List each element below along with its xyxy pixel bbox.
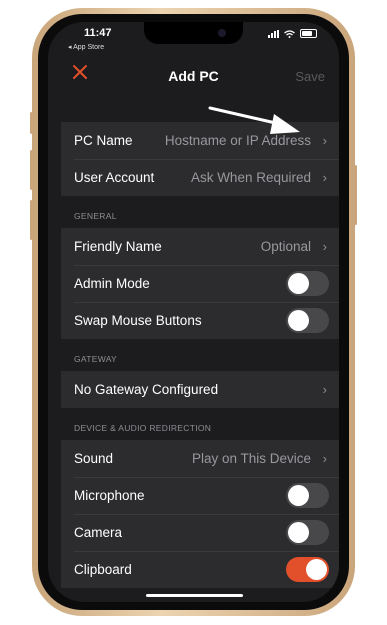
- navigation-bar: Add PC Save: [48, 58, 339, 98]
- row-label: Friendly Name: [74, 239, 162, 254]
- save-button[interactable]: Save: [295, 69, 325, 84]
- row-label: Microphone: [74, 488, 145, 503]
- row-label: Sound: [74, 451, 114, 466]
- admin-mode-row: Admin Mode: [61, 265, 339, 302]
- user-account-row[interactable]: User Account Ask When Required ›: [61, 159, 339, 196]
- phone-volume-up: [30, 150, 33, 190]
- row-value: Play on This Device: [191, 451, 311, 466]
- friendly-name-row[interactable]: Friendly Name Optional ›: [61, 228, 339, 265]
- phone-volume-down: [30, 200, 33, 240]
- back-to-app-store-link[interactable]: ◂ App Store: [68, 43, 104, 51]
- row-value: Ask When Required: [190, 170, 311, 185]
- row-label: No Gateway Configured: [74, 382, 219, 397]
- phone-mute-switch: [30, 112, 33, 134]
- section-header-gateway: GATEWAY: [48, 339, 339, 371]
- row-label: Admin Mode: [74, 276, 150, 291]
- camera-row: Camera: [61, 514, 339, 551]
- clipboard-toggle[interactable]: [286, 557, 329, 582]
- gateway-group: No Gateway Configured ›: [61, 371, 339, 408]
- row-value: Optional: [260, 239, 311, 254]
- swap-mouse-buttons-row: Swap Mouse Buttons: [61, 302, 339, 339]
- gateway-row[interactable]: No Gateway Configured ›: [61, 371, 339, 408]
- device-audio-group: Sound Play on This Device › Microphone C…: [61, 440, 339, 588]
- battery-icon: [300, 29, 317, 38]
- chevron-right-icon: ›: [322, 133, 327, 148]
- general-group: Friendly Name Optional › Admin Mode Swap…: [61, 228, 339, 339]
- microphone-row: Microphone: [61, 477, 339, 514]
- chevron-right-icon: ›: [322, 382, 327, 397]
- notch: [144, 22, 243, 44]
- section-header-device-audio: DEVICE & AUDIO REDIRECTION: [48, 408, 339, 440]
- status-time: 11:47: [84, 27, 112, 39]
- camera-toggle[interactable]: [286, 520, 329, 545]
- status-icons: [268, 29, 317, 38]
- row-label: User Account: [74, 170, 155, 185]
- microphone-toggle[interactable]: [286, 483, 329, 508]
- clipboard-row: Clipboard: [61, 551, 339, 588]
- admin-mode-toggle[interactable]: [286, 271, 329, 296]
- swap-mouse-buttons-toggle[interactable]: [286, 308, 329, 333]
- cellular-signal-icon: [268, 29, 279, 38]
- chevron-right-icon: ›: [322, 170, 327, 185]
- settings-list: PC Name Hostname or IP Address › User Ac…: [48, 100, 339, 588]
- phone-power-button: [354, 165, 357, 225]
- row-label: PC Name: [74, 133, 133, 148]
- section-header-label: GATEWAY: [74, 354, 118, 364]
- row-label: Clipboard: [74, 562, 132, 577]
- front-camera: [218, 29, 226, 37]
- section-header-label: GENERAL: [74, 211, 117, 221]
- section-header-label: DEVICE & AUDIO REDIRECTION: [74, 423, 212, 433]
- chevron-right-icon: ›: [322, 239, 327, 254]
- chevron-right-icon: ›: [322, 451, 327, 466]
- section-header-general: GENERAL: [48, 196, 339, 228]
- row-label: Swap Mouse Buttons: [74, 313, 202, 328]
- sound-row[interactable]: Sound Play on This Device ›: [61, 440, 339, 477]
- home-indicator[interactable]: [146, 594, 243, 597]
- wifi-icon: [284, 29, 295, 38]
- row-label: Camera: [74, 525, 123, 540]
- pointer-arrow-icon: [208, 106, 300, 134]
